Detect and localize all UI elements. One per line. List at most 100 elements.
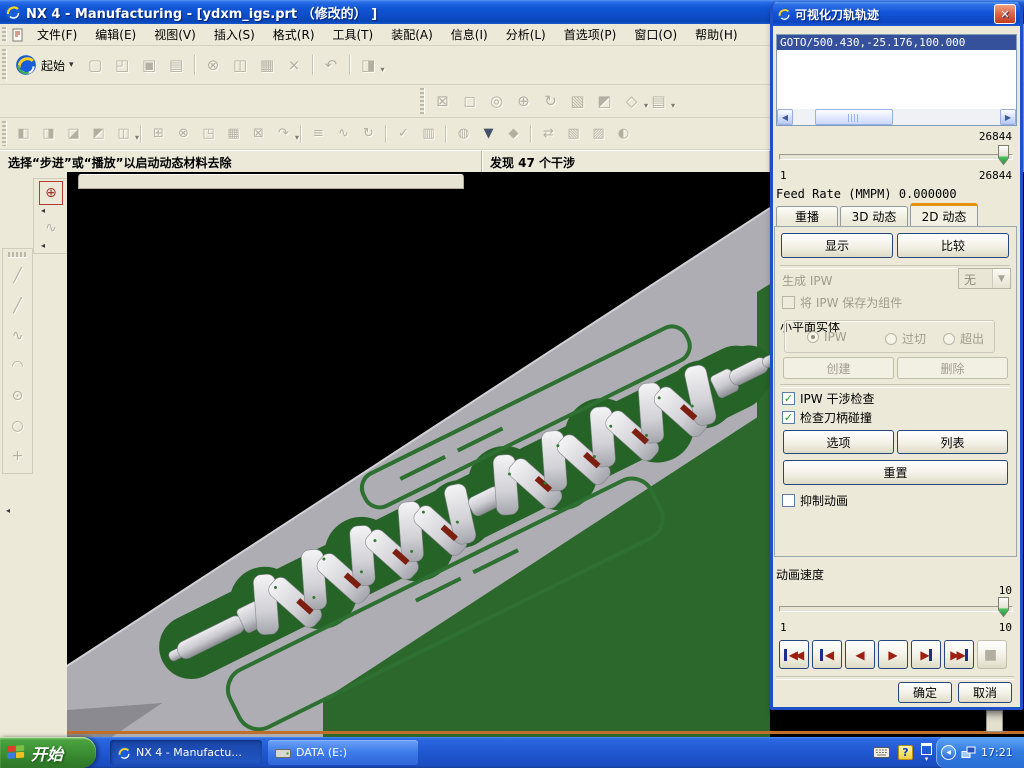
speed-slider-track[interactable]: [779, 606, 1013, 612]
skip-to-start-button[interactable]: ◀◀: [779, 640, 809, 669]
tab-3d-dynamic[interactable]: 3D 动态: [840, 206, 908, 226]
generate-toolpath-icon[interactable]: ≡: [306, 122, 331, 146]
create-tool-icon[interactable]: ◨: [36, 122, 61, 146]
reset-button[interactable]: 重置: [783, 460, 1008, 485]
ipw-interference-checkbox[interactable]: ✓ IPW 干涉检查: [782, 390, 874, 407]
toolbar-grip[interactable]: [2, 49, 7, 81]
menu-item[interactable]: 窗口(O): [625, 23, 686, 46]
network-icon[interactable]: [961, 746, 976, 759]
facet-radio[interactable]: 超出: [943, 330, 984, 347]
postprocess-icon[interactable]: ⇄: [536, 122, 561, 146]
line-icon[interactable]: ╱: [7, 261, 29, 291]
snapshot-icon[interactable]: ◨: [355, 52, 382, 78]
curve-tools-button[interactable]: ∿: [39, 216, 63, 240]
start-button[interactable]: 开始: [0, 737, 96, 768]
taskbar-task-drive[interactable]: DATA (E:): [268, 740, 418, 765]
gcode-listbox[interactable]: GOTO/500.430,-25.176,100.000 ◀ ▶: [776, 34, 1017, 126]
open-file-icon[interactable]: ◰: [109, 52, 136, 78]
restore-window-icon[interactable]: ▾: [921, 743, 932, 763]
menu-item[interactable]: 帮助(H): [686, 23, 746, 46]
gcode-hscrollbar[interactable]: ◀ ▶: [777, 109, 1016, 125]
menu-item[interactable]: 分析(L): [497, 23, 555, 46]
cut-object-icon[interactable]: ⊗: [171, 122, 196, 146]
new-file-icon[interactable]: ▢: [82, 52, 109, 78]
view-layout-icon[interactable]: ▤: [645, 88, 672, 114]
spline-icon[interactable]: ∿: [7, 321, 29, 351]
magnify-icon[interactable]: ⊕: [510, 88, 537, 114]
speed-slider-thumb[interactable]: [997, 596, 1010, 618]
create-button[interactable]: 创建: [783, 357, 894, 379]
menu-item[interactable]: 编辑(E): [86, 23, 145, 46]
menu-item[interactable]: 插入(S): [205, 23, 264, 46]
play-backward-button[interactable]: ◀: [845, 640, 875, 669]
toolbar-collapse-arrow-icon[interactable]: ◂: [4, 505, 12, 516]
facet-shade-icon[interactable]: ◩: [591, 88, 618, 114]
help-tray-icon[interactable]: ?: [898, 745, 913, 760]
create-method-icon[interactable]: ◩: [86, 122, 111, 146]
gcode-line[interactable]: GOTO/500.430,-25.176,100.000: [777, 35, 1016, 50]
undo-icon[interactable]: ↶: [318, 52, 345, 78]
transform-object-icon[interactable]: ↷: [271, 122, 296, 146]
edit-toolpath-icon[interactable]: ∿: [331, 122, 356, 146]
rotate-view-icon[interactable]: ↻: [537, 88, 564, 114]
toolbar-collapse-arrow-icon[interactable]: ◂: [39, 240, 47, 251]
step-forward-button[interactable]: ▶: [911, 640, 941, 669]
toolbar-grip[interactable]: [420, 88, 425, 114]
list-button[interactable]: 列表: [897, 430, 1008, 454]
menu-item[interactable]: 文件(F): [28, 23, 86, 46]
menu-item[interactable]: 格式(R): [264, 23, 324, 46]
menu-item[interactable]: 信息(I): [442, 23, 497, 46]
paste-icon[interactable]: ▦: [254, 52, 281, 78]
toolbar-grip[interactable]: [2, 121, 7, 146]
tab-replay[interactable]: 重播: [776, 206, 838, 226]
copy-object-icon[interactable]: ◳: [196, 122, 221, 146]
menu-item[interactable]: 工具(T): [324, 23, 383, 46]
delete-object-icon[interactable]: ⊠: [246, 122, 271, 146]
scroll-right-icon[interactable]: ▶: [1000, 109, 1016, 125]
cut-icon[interactable]: ⊗: [200, 52, 227, 78]
circle-center-icon[interactable]: ⊙: [7, 381, 29, 411]
list-output-icon[interactable]: ▥: [416, 122, 441, 146]
save-ipw-checkbox[interactable]: 将 IPW 保存为组件: [782, 294, 902, 311]
menu-item[interactable]: 视图(V): [145, 23, 205, 46]
stop-button[interactable]: ■: [977, 640, 1007, 669]
taskbar-task-nx[interactable]: NX 4 - Manufactu...: [110, 740, 262, 765]
facet-radio[interactable]: 过切: [885, 330, 926, 347]
create-operation-icon[interactable]: ◫: [111, 122, 136, 146]
delete-icon[interactable]: ×: [281, 52, 308, 78]
options-button[interactable]: 选项: [783, 430, 894, 454]
step-back-button[interactable]: ◀: [812, 640, 842, 669]
start-menu-button[interactable]: 起始: [11, 54, 82, 76]
tab-2d-dynamic[interactable]: 2D 动态: [910, 203, 978, 226]
tray-collapse-icon[interactable]: ◀: [941, 745, 956, 760]
snap-point-button[interactable]: ⊕: [39, 181, 63, 205]
copy-icon[interactable]: ◫: [227, 52, 254, 78]
facet-radio[interactable]: IPW: [807, 330, 847, 344]
toolbar-grip[interactable]: [8, 252, 27, 258]
shaded-view-icon[interactable]: ▧: [564, 88, 591, 114]
generate-ipw-dropdown[interactable]: 无 ▼: [958, 268, 1011, 289]
close-icon[interactable]: ✕: [994, 4, 1016, 24]
replay-toolpath-icon[interactable]: ↻: [356, 122, 381, 146]
output-clsf-icon[interactable]: ▨: [586, 122, 611, 146]
circle-icon[interactable]: ○: [7, 411, 29, 441]
menu-item[interactable]: 装配(A): [382, 23, 442, 46]
create-program-icon[interactable]: ◧: [11, 122, 36, 146]
paste-object-icon[interactable]: ▦: [221, 122, 246, 146]
point-icon[interactable]: +: [7, 441, 29, 471]
shop-documentation-icon[interactable]: ▧: [561, 122, 586, 146]
collapsed-toolbar-strip[interactable]: [78, 174, 464, 189]
edit-object-icon[interactable]: ⊞: [146, 122, 171, 146]
create-geometry-icon[interactable]: ◪: [61, 122, 86, 146]
gouge-check-icon[interactable]: ◆: [501, 122, 526, 146]
menu-grip[interactable]: [2, 27, 7, 42]
play-forward-button[interactable]: ▶: [878, 640, 908, 669]
machine-control-icon[interactable]: ◍: [451, 122, 476, 146]
line-midpoint-icon[interactable]: ╱: [7, 291, 29, 321]
save-file-icon[interactable]: ▣: [136, 52, 163, 78]
suppress-animation-checkbox[interactable]: 抑制动画: [782, 492, 848, 509]
fit-view-icon[interactable]: ⊠: [429, 88, 456, 114]
arc-icon[interactable]: ◠: [7, 351, 29, 381]
print-icon[interactable]: ▤: [163, 52, 190, 78]
motion-slider-thumb[interactable]: [997, 144, 1010, 166]
